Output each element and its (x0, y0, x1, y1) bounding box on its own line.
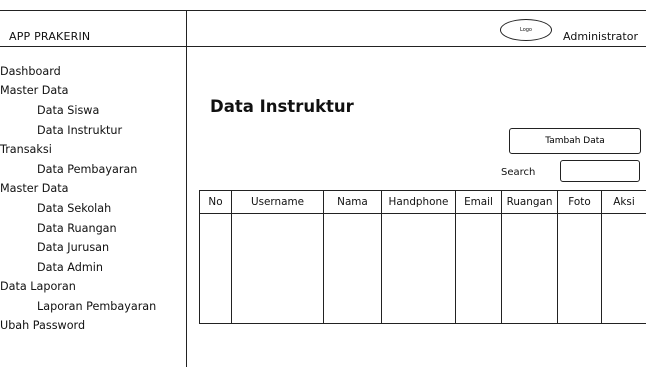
sidebar-item-ubah-password[interactable]: Ubah Password (0, 319, 85, 332)
column-header-aksi: Aksi (601, 190, 646, 214)
app-title: APP PRAKERIN (9, 30, 91, 43)
table-header-row: No Username Nama Handphone Email Ruangan… (199, 190, 646, 214)
search-label: Search (501, 167, 536, 178)
sidebar-item-dashboard[interactable]: Dashboard (0, 65, 61, 78)
sidebar-item-data-instruktur[interactable]: Data Instruktur (37, 124, 122, 137)
search-input[interactable] (560, 160, 640, 182)
sidebar-item-data-ruangan[interactable]: Data Ruangan (37, 222, 117, 235)
column-header-email: Email (455, 190, 502, 214)
sidebar-item-data-pembayaran[interactable]: Data Pembayaran (37, 163, 137, 176)
column-header-handphone: Handphone (381, 190, 456, 214)
column-header-username: Username (231, 190, 324, 214)
sidebar-item-data-siswa[interactable]: Data Siswa (37, 104, 99, 117)
sidebar-item-master-data[interactable]: Master Data (0, 84, 68, 97)
sidebar-item-laporan-pembayaran[interactable]: Laporan Pembayaran (37, 300, 156, 313)
add-data-button[interactable]: Tambah Data (509, 128, 641, 154)
column-header-ruangan: Ruangan (501, 190, 558, 214)
logo: Logo (500, 19, 552, 41)
sidebar-item-data-admin[interactable]: Data Admin (37, 261, 103, 274)
sidebar-item-data-laporan[interactable]: Data Laporan (0, 280, 76, 293)
header-bottom-border (0, 46, 646, 47)
header-top-border (0, 10, 646, 11)
sidebar-item-transaksi[interactable]: Transaksi (0, 143, 52, 156)
column-header-nama: Nama (323, 190, 382, 214)
sidebar-item-master-data-2[interactable]: Master Data (0, 182, 68, 195)
logo-text: Logo (520, 27, 532, 33)
sidebar-item-data-jurusan[interactable]: Data Jurusan (37, 241, 109, 254)
user-name[interactable]: Administrator (563, 30, 638, 43)
table-empty-body (199, 213, 646, 324)
sidebar-border (186, 10, 187, 367)
sidebar-item-data-sekolah[interactable]: Data Sekolah (37, 202, 111, 215)
page-title: Data Instruktur (210, 97, 354, 116)
column-header-no: No (199, 190, 232, 214)
instruktur-table: No Username Nama Handphone Email Ruangan… (199, 190, 646, 324)
column-header-foto: Foto (557, 190, 602, 214)
